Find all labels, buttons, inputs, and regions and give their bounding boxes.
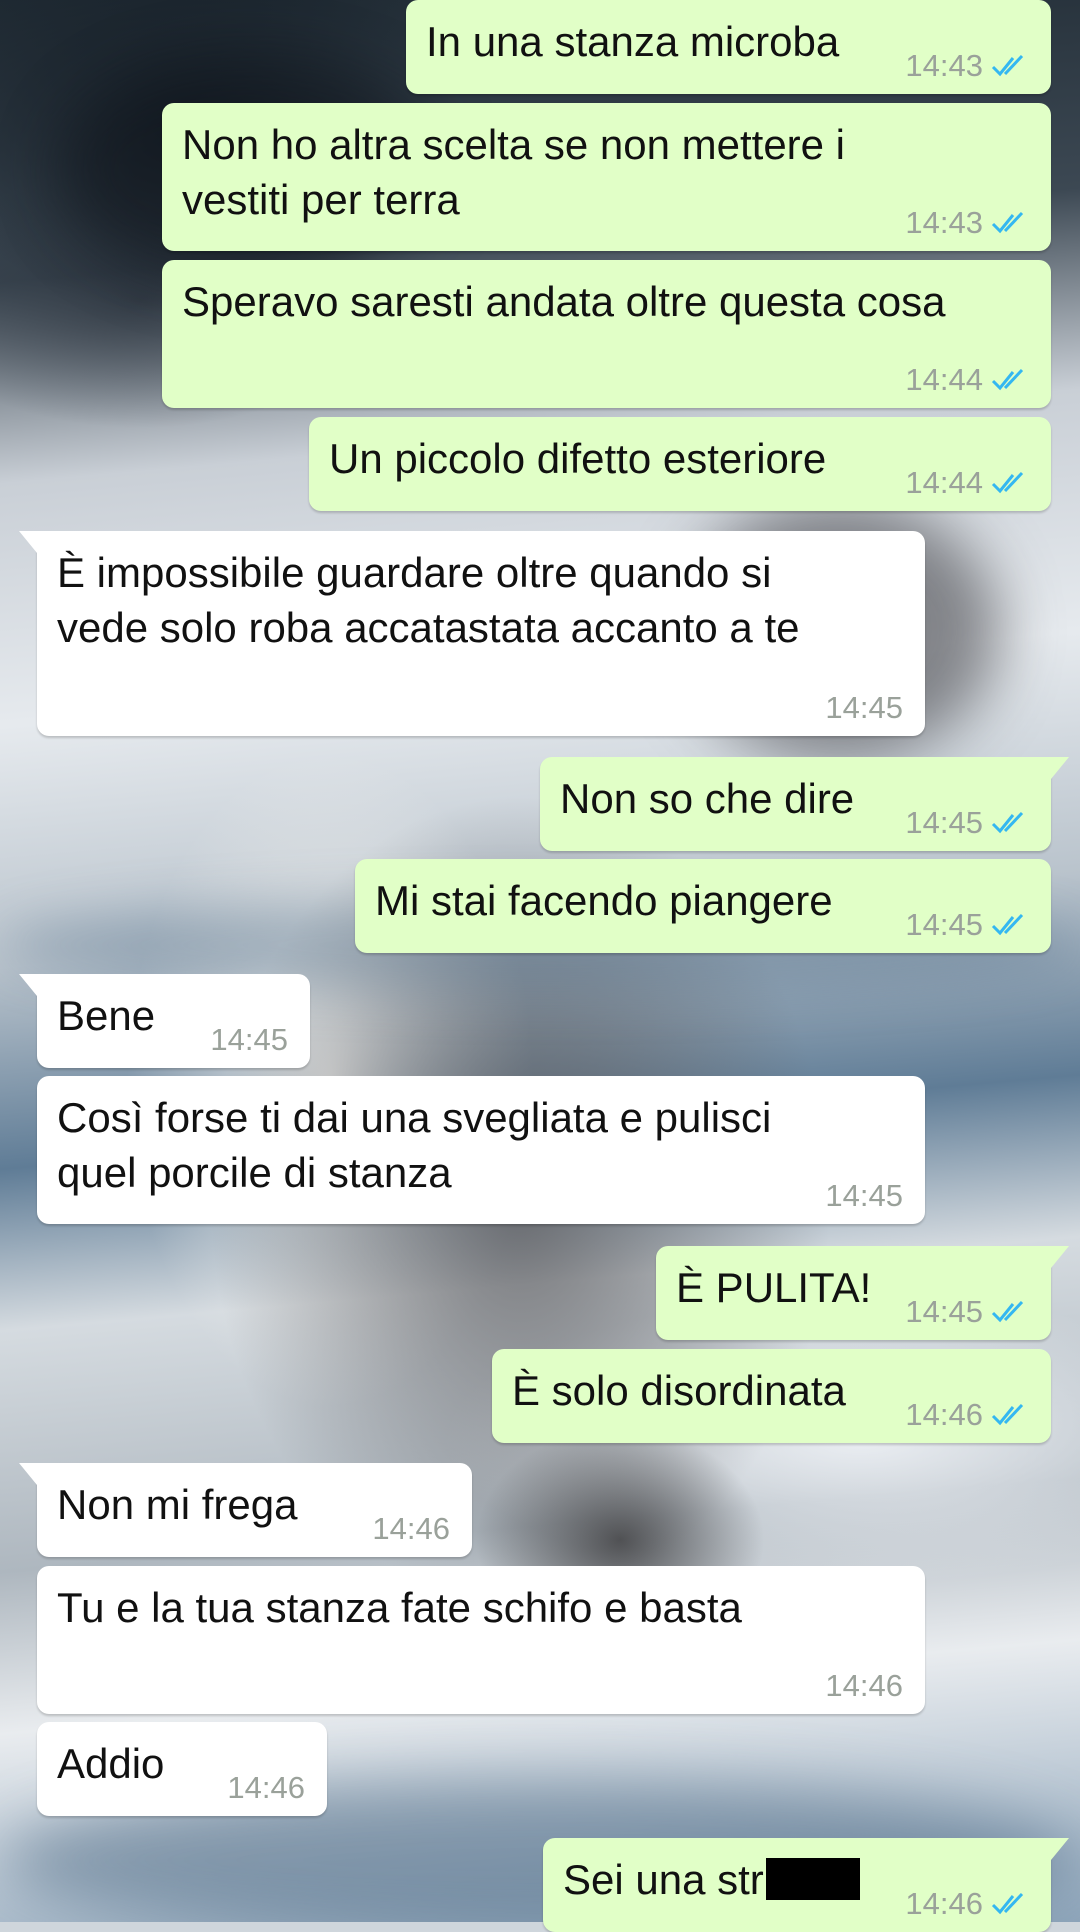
message-incoming[interactable]: Così forse ti dai una svegliata e pulisc… bbox=[37, 1076, 925, 1224]
message-time: 14:46 bbox=[227, 1770, 305, 1805]
message-incoming[interactable]: Addio 14:46 bbox=[37, 1722, 327, 1816]
message-incoming[interactable]: Non mi frega 14:46 bbox=[19, 1463, 472, 1557]
message-time: 14:45 bbox=[905, 805, 983, 840]
message-text: È solo disordinata bbox=[512, 1367, 846, 1414]
redaction-bar bbox=[765, 1858, 860, 1900]
message-outgoing[interactable]: Non ho altra scelta se non mettere i ves… bbox=[162, 103, 1051, 251]
message-text: Speravo saresti andata oltre questa cosa bbox=[182, 278, 946, 325]
message-text: Un piccolo difetto esteriore bbox=[329, 435, 827, 482]
double-check-read-icon bbox=[991, 368, 1024, 391]
message-time: 14:45 bbox=[905, 907, 983, 942]
message-time: 14:46 bbox=[825, 1668, 903, 1703]
message-outgoing[interactable]: Speravo saresti andata oltre questa cosa… bbox=[162, 260, 1051, 408]
message-text: Non mi frega bbox=[57, 1481, 298, 1528]
message-outgoing[interactable]: Mi stai facendo piangere 14:45 bbox=[355, 859, 1051, 953]
message-time: 14:46 bbox=[905, 1397, 983, 1432]
message-text: In una stanza microba bbox=[426, 18, 840, 65]
double-check-read-icon bbox=[991, 811, 1024, 834]
message-time: 14:43 bbox=[905, 48, 983, 83]
message-time: 14:46 bbox=[372, 1511, 450, 1546]
message-text: È PULITA! bbox=[676, 1264, 872, 1311]
message-text: Non so che dire bbox=[560, 775, 855, 822]
message-incoming[interactable]: Bene 14:45 bbox=[19, 974, 310, 1068]
message-incoming[interactable]: Tu e la tua stanza fate schifo e basta 1… bbox=[37, 1566, 925, 1714]
double-check-read-icon bbox=[991, 1300, 1024, 1323]
double-check-read-icon bbox=[991, 54, 1024, 77]
message-text: Così forse ti dai una svegliata e pulisc… bbox=[57, 1094, 772, 1196]
message-outgoing[interactable]: In una stanza microba 14:43 bbox=[406, 0, 1051, 94]
double-check-read-icon bbox=[991, 1403, 1024, 1426]
message-text: Addio bbox=[57, 1740, 165, 1787]
double-check-read-icon bbox=[991, 913, 1024, 936]
double-check-read-icon bbox=[991, 1892, 1024, 1915]
message-outgoing[interactable]: Non so che dire 14:45 bbox=[540, 757, 1069, 851]
message-outgoing[interactable]: È solo disordinata 14:46 bbox=[492, 1349, 1051, 1443]
double-check-read-icon bbox=[991, 471, 1024, 494]
message-text: Mi stai facendo piangere bbox=[375, 877, 833, 924]
message-text: Tu e la tua stanza fate schifo e basta bbox=[57, 1584, 742, 1631]
message-incoming[interactable]: È impossibile guardare oltre quando si v… bbox=[19, 531, 925, 736]
message-visible-text: Sei una str bbox=[563, 1856, 764, 1903]
message-time: 14:44 bbox=[905, 362, 983, 397]
message-time: 14:45 bbox=[210, 1022, 288, 1057]
message-time: 14:44 bbox=[905, 465, 983, 500]
message-outgoing[interactable]: Un piccolo difetto esteriore 14:44 bbox=[309, 417, 1051, 511]
message-time: 14:45 bbox=[825, 690, 903, 725]
message-time: 14:45 bbox=[825, 1178, 903, 1213]
message-list[interactable]: In una stanza microba 14:43 Non ho altra… bbox=[0, 0, 1080, 1932]
message-time: 14:43 bbox=[905, 205, 983, 240]
message-outgoing[interactable]: È PULITA! 14:45 bbox=[656, 1246, 1069, 1340]
message-text: Sei una str bbox=[563, 1852, 860, 1907]
message-text: È impossibile guardare oltre quando si v… bbox=[57, 549, 800, 651]
message-text: Bene bbox=[57, 992, 156, 1039]
message-time: 14:45 bbox=[905, 1294, 983, 1329]
message-time: 14:46 bbox=[905, 1886, 983, 1921]
double-check-read-icon bbox=[991, 211, 1024, 234]
message-text: Non ho altra scelta se non mettere i ves… bbox=[182, 121, 846, 223]
message-outgoing[interactable]: Sei una str 14:46 bbox=[543, 1838, 1069, 1932]
